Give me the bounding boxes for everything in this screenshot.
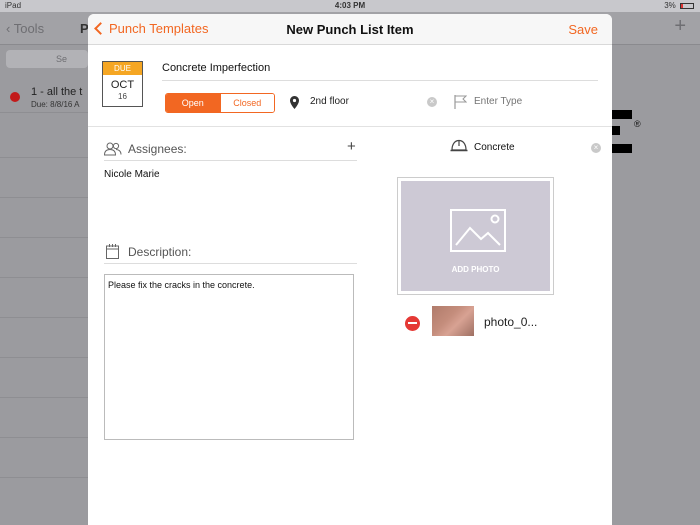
- assignees-divider: [104, 160, 357, 161]
- description-textarea[interactable]: Please fix the cracks in the concrete.: [104, 274, 354, 440]
- background-list-item-title: 1 - all the t: [31, 86, 83, 98]
- photo-filename: photo_0...: [484, 315, 538, 329]
- photo-thumbnail[interactable]: [432, 306, 474, 336]
- due-day: 16: [118, 92, 127, 101]
- background-status-dot: [10, 92, 20, 102]
- status-closed-option[interactable]: Closed: [219, 94, 274, 112]
- battery-icon: [680, 2, 694, 9]
- description-divider: [104, 263, 357, 264]
- background-row-divider: [0, 317, 88, 318]
- title-underline: [162, 80, 598, 81]
- image-icon: [450, 209, 506, 252]
- location-pin-icon: [290, 96, 299, 109]
- item-title-field[interactable]: Concrete Imperfection: [162, 62, 270, 74]
- background-list-item-due: Due: 8/8/16 A: [31, 100, 80, 109]
- background-row-divider: [0, 197, 88, 198]
- redaction-bar: [612, 110, 632, 119]
- clear-location-icon[interactable]: ×: [427, 97, 437, 107]
- section-divider: [88, 126, 612, 127]
- background-row-divider: [0, 477, 88, 478]
- background-row-divider: [0, 397, 88, 398]
- modal-nav-bar: Punch Templates New Punch List Item Save: [88, 14, 612, 45]
- background-row-divider: [0, 112, 88, 113]
- assignee-item[interactable]: Nicole Marie: [104, 169, 160, 180]
- due-month: OCT: [110, 79, 135, 91]
- background-search-field: Se: [6, 50, 88, 68]
- new-punch-item-modal: Punch Templates New Punch List Item Save…: [88, 14, 612, 525]
- redaction-bar: [612, 126, 620, 135]
- add-icon: +: [347, 138, 356, 155]
- flag-icon: [454, 95, 467, 109]
- type-input[interactable]: [474, 96, 574, 107]
- background-add-icon: +: [674, 15, 686, 37]
- remove-photo-button[interactable]: [405, 316, 420, 331]
- page-title: New Punch List Item: [286, 22, 414, 37]
- due-label: DUE: [103, 62, 142, 75]
- status-bar: iPad 4:03 PM 3%: [0, 0, 700, 12]
- background-back-button: ‹ Tools: [6, 21, 45, 36]
- trade-field[interactable]: Concrete: [474, 142, 515, 153]
- battery-status: 3%: [664, 1, 694, 10]
- redaction-bar: [612, 144, 632, 153]
- add-assignee-button[interactable]: +: [347, 138, 356, 155]
- add-photo-label: ADD PHOTO: [451, 265, 500, 274]
- add-photo-button[interactable]: ADD PHOTO: [397, 177, 554, 295]
- calendar-icon: [106, 244, 119, 259]
- background-row-divider: [0, 357, 88, 358]
- photo-placeholder: ADD PHOTO: [401, 181, 550, 291]
- description-label: Description:: [128, 245, 192, 259]
- hard-hat-icon: [450, 139, 468, 152]
- clear-trade-icon[interactable]: ×: [591, 143, 601, 153]
- background-row-divider: [0, 237, 88, 238]
- assignees-icon: [104, 142, 122, 156]
- status-open-option[interactable]: Open: [166, 94, 220, 112]
- battery-percent: 3%: [664, 1, 676, 10]
- background-row-divider: [0, 157, 88, 158]
- background-row-divider: [0, 277, 88, 278]
- assignees-label: Assignees:: [128, 142, 187, 156]
- background-row-divider: [0, 437, 88, 438]
- status-segmented-control[interactable]: Open Closed: [165, 93, 275, 113]
- clock: 4:03 PM: [334, 1, 366, 10]
- save-button[interactable]: Save: [568, 22, 598, 37]
- due-date-badge[interactable]: DUE OCT 16: [102, 61, 143, 107]
- registered-mark-icon: ®: [634, 119, 641, 129]
- location-field[interactable]: 2nd floor: [310, 96, 349, 107]
